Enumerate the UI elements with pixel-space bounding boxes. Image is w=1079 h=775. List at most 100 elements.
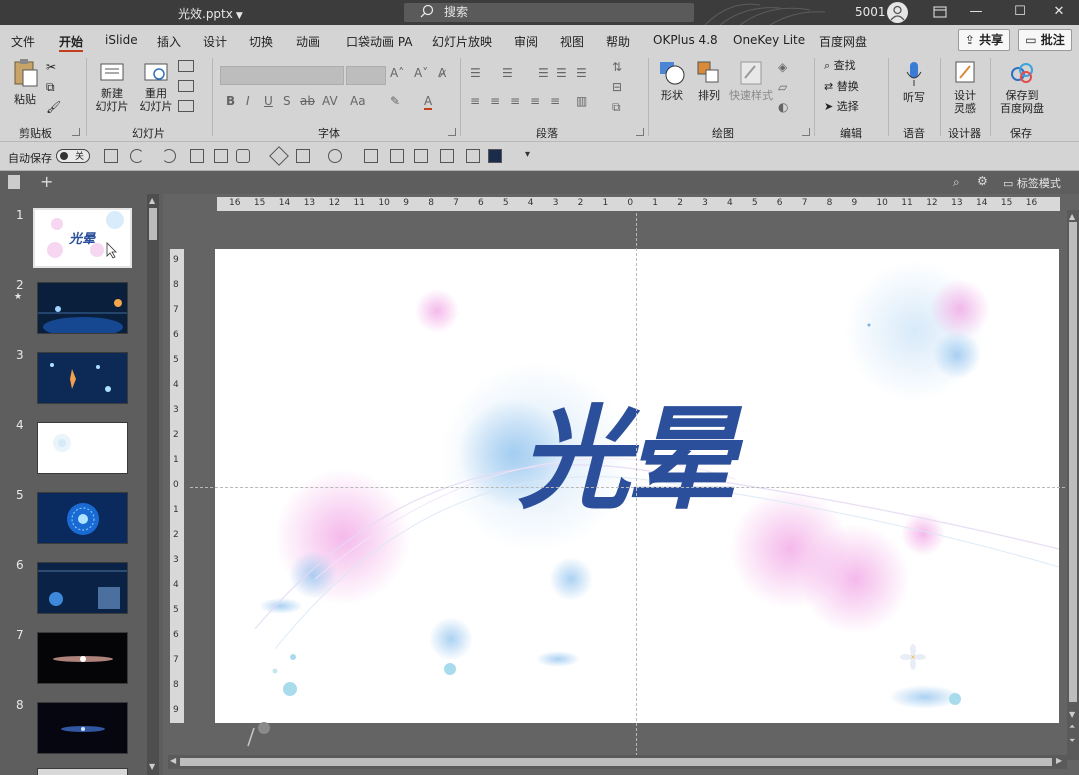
slide-panel-icon[interactable] [8,175,20,189]
columns-icon[interactable]: ▥ [576,94,587,108]
slide-title[interactable]: 光晕 [518,395,736,525]
tab-slide-show[interactable]: 幻灯片放映 [432,33,492,50]
select-button[interactable]: ➤ 选择 [824,100,859,113]
align-right-icon[interactable]: ≡ [510,94,520,108]
scroll-up-icon[interactable]: ▲ [1069,212,1075,221]
underline-icon[interactable]: U [264,94,273,108]
scroll-left-icon[interactable]: ◀ [170,756,176,765]
group-icon[interactable] [390,149,404,163]
quick-styles-button[interactable]: 快速样式 [728,60,774,102]
tab-file[interactable]: 文件 [11,33,35,50]
highlight-icon[interactable]: ✎ [390,94,400,108]
font-name-dropdown[interactable] [220,66,344,85]
next-slide-icon[interactable]: ⏷ [1069,736,1075,746]
copy-format-icon[interactable] [466,149,480,163]
tab-insert[interactable]: 插入 [157,33,181,50]
align-center-icon[interactable]: ≡ [490,94,500,108]
autosave-toggle[interactable]: 关 [56,149,90,163]
tab-design[interactable]: 设计 [203,33,227,50]
fill-bucket-icon[interactable] [269,146,289,166]
slide-thumbnail-4[interactable] [37,422,128,474]
dictate-button[interactable]: 听写 [896,60,932,104]
grow-font-icon[interactable]: A˄ [390,66,404,80]
strikethrough-icon[interactable]: ab [300,94,315,108]
save-to-baidu-button[interactable]: 保存到 百度网盘 [996,58,1048,115]
customize-qat-icon[interactable]: ▾ [525,149,530,160]
slide-thumbnail-9[interactable] [37,768,128,775]
save-icon[interactable] [104,149,118,163]
section-icon[interactable] [178,100,194,112]
replace-button[interactable]: ⇄ 替换 [824,80,859,93]
thumbnail-scrollbar[interactable]: ▲ ▼ [147,194,159,775]
font-launcher-icon[interactable] [448,128,456,136]
justify-icon[interactable]: ≡ [530,94,540,108]
crop-icon[interactable] [440,149,454,163]
decrease-indent-icon[interactable]: ☰ [538,66,549,80]
reset-icon[interactable] [178,80,194,92]
shrink-font-icon[interactable]: A˅ [414,66,428,80]
shape-fill-icon[interactable]: ◈ [778,60,787,74]
tab-help[interactable]: 帮助 [606,33,630,50]
clear-format-icon[interactable]: A̷ [438,66,446,80]
text-direction-icon[interactable]: ⇅ [612,60,622,74]
tag-mode-toggle[interactable]: ▭ 标签模式 [1003,175,1061,191]
font-size-dropdown[interactable] [346,66,386,85]
paragraph-launcher-icon[interactable] [636,128,644,136]
align-icon[interactable] [296,149,310,163]
bullets-icon[interactable]: ☰ [470,66,481,80]
close-button[interactable]: ✕ [1039,0,1079,25]
drawing-launcher-icon[interactable] [802,128,810,136]
italic-icon[interactable]: I [246,94,250,108]
format-painter-icon[interactable]: 🖌 [46,100,62,114]
find-button[interactable]: ⌕ 查找 [824,59,856,72]
slide-thumbnail-1[interactable]: 光晕 [33,208,132,268]
smartart-icon[interactable]: ⧉ [612,100,621,115]
maximize-button[interactable]: ☐ [1000,0,1040,25]
redo-icon[interactable] [162,149,176,163]
search-input[interactable] [444,4,644,20]
tab-animations[interactable]: 动画 [296,33,320,50]
arrange-button[interactable]: 排列 [694,60,724,102]
editor-vertical-scrollbar[interactable]: ▲ ▼ ⏶ ⏷ [1067,210,1079,760]
tab-review[interactable]: 审阅 [514,33,538,50]
vertical-guide[interactable] [636,213,637,756]
layout-icon[interactable] [178,60,194,72]
slide-thumbnail-6[interactable] [37,562,128,614]
clipboard-launcher-icon[interactable] [72,128,80,136]
tab-onekey-lite[interactable]: OneKey Lite [733,33,805,47]
scroll-right-icon[interactable]: ▶ [1056,756,1062,765]
copy-icon[interactable]: ⧉ [46,80,62,94]
tab-pocket-animation[interactable]: 口袋动画 PA [346,33,413,50]
distributed-icon[interactable]: ≡ [550,94,560,108]
scrollbar-thumb[interactable] [180,758,1052,766]
align-text-icon[interactable]: ⊟ [612,80,622,94]
shadow-icon[interactable]: S [283,94,291,108]
ribbon-display-options-button[interactable] [920,0,960,25]
tab-okplus[interactable]: OKPlus 4.8 [653,33,718,47]
undo-icon[interactable] [130,149,144,163]
insert-shape-icon[interactable] [236,149,250,163]
ungroup-icon[interactable] [414,149,428,163]
scroll-up-icon[interactable]: ▲ [149,196,155,205]
previous-slide-icon[interactable]: ⏶ [1069,722,1075,732]
share-button[interactable]: ⇪ 共享 [958,29,1010,51]
new-slide-button[interactable]: 新建 幻灯片 [92,60,132,113]
tab-islide[interactable]: iSlide [105,33,138,47]
shape-effects-icon[interactable]: ◐ [778,100,788,114]
slide-thumbnail-8[interactable] [37,702,128,754]
designer-ideas-button[interactable]: 设计 灵感 [946,58,984,115]
shape-outline-icon[interactable]: ▱ [778,80,787,94]
textbox-icon[interactable] [214,149,228,163]
scrollbar-thumb[interactable] [149,208,157,240]
char-spacing-icon[interactable]: AV [322,94,338,108]
outline-icon[interactable] [328,149,342,163]
zoom-icon[interactable]: ⌕ [953,175,960,190]
align-left-icon[interactable]: ≡ [470,94,480,108]
tab-baidu-netdisk[interactable]: 百度网盘 [819,33,867,50]
editor-horizontal-scrollbar[interactable]: ◀ ▶ [168,755,1067,769]
slide-thumbnail-2[interactable] [37,282,128,334]
shapes-button[interactable]: 形状 [656,60,688,102]
comments-button[interactable]: ▭ 批注 [1018,29,1072,51]
line-spacing-icon[interactable]: ☰ [576,66,587,80]
document-title[interactable]: 光效.pptx ▼ [178,5,243,22]
